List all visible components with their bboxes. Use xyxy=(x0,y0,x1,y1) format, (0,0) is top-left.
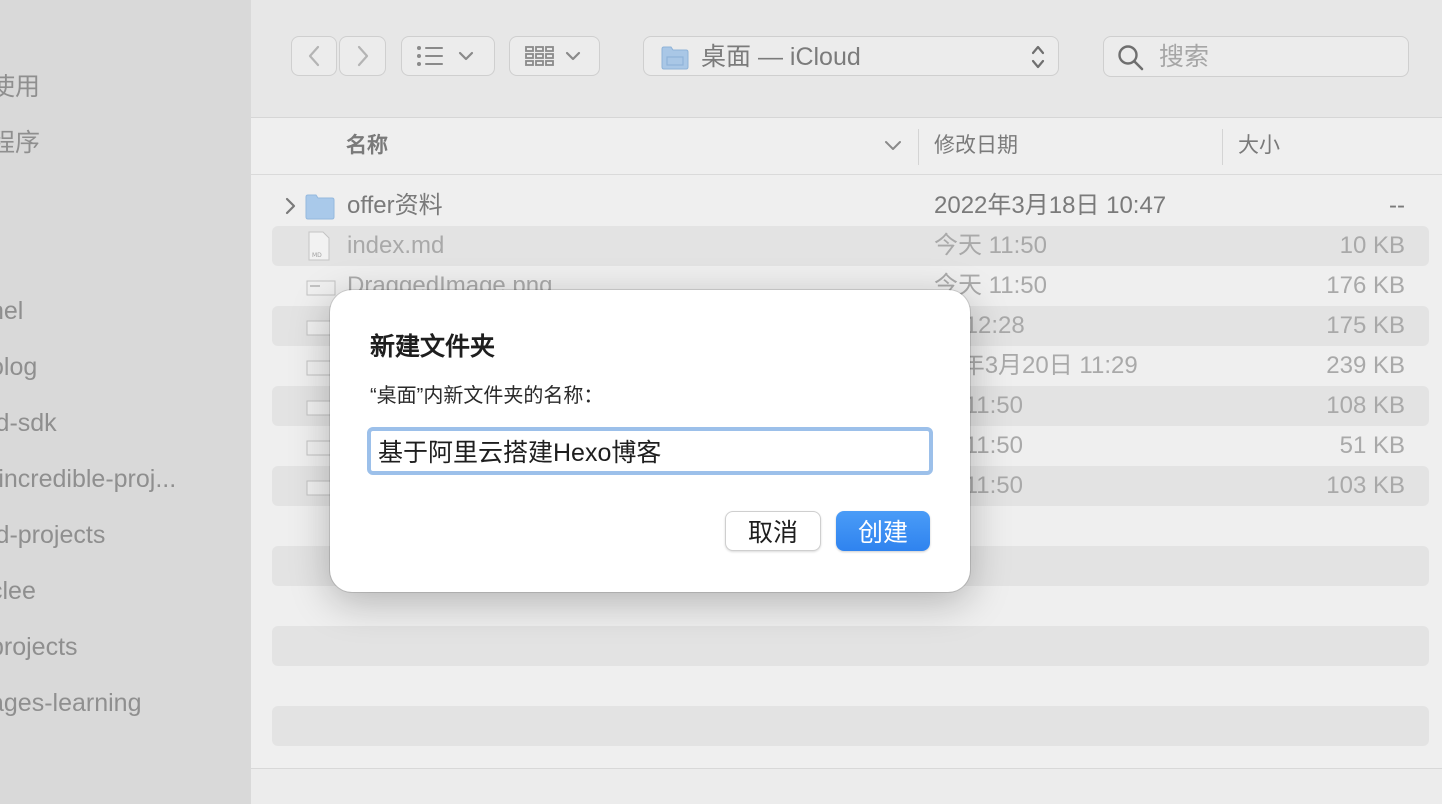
empty-row xyxy=(272,706,1429,746)
group-button[interactable] xyxy=(509,36,600,76)
chevron-right-icon xyxy=(357,45,368,67)
file-size: 239 KB xyxy=(1326,352,1405,379)
folder-icon xyxy=(305,194,335,220)
file-row[interactable]: MD index.md 今天 11:50 10 KB xyxy=(272,226,1429,266)
sidebar-item[interactable]: id-projects xyxy=(0,520,105,550)
folder-name-input[interactable] xyxy=(367,427,933,475)
grid-group-icon xyxy=(524,46,580,66)
up-down-chevron-icon xyxy=(1031,45,1045,69)
file-row[interactable]: offer资料 2022年3月18日 10:47 -- xyxy=(272,186,1429,226)
sidebar-item[interactable]: -incredible-proj... xyxy=(0,464,176,494)
search-icon xyxy=(1118,45,1144,71)
create-button[interactable]: 创建 xyxy=(836,511,930,551)
markdown-file-icon: MD xyxy=(308,231,330,261)
svg-text:MD: MD xyxy=(312,252,322,259)
dialog-prompt: “桌面”内新文件夹的名称： xyxy=(370,385,604,407)
sort-chevron-icon[interactable] xyxy=(883,139,903,153)
file-size: 175 KB xyxy=(1326,312,1405,339)
sidebar-item[interactable]: olog xyxy=(0,352,37,382)
file-name: offer资料 xyxy=(347,192,443,219)
dialog-title: 新建文件夹 xyxy=(370,333,496,361)
disclosure-triangle-icon[interactable] xyxy=(284,197,296,215)
sidebar: 使用 程序 nel olog id-sdk -incredible-proj..… xyxy=(0,0,251,804)
back-button[interactable] xyxy=(291,36,337,76)
sidebar-item[interactable]: 程序 xyxy=(0,128,40,158)
empty-row xyxy=(272,626,1429,666)
sidebar-item[interactable]: nel xyxy=(0,296,23,326)
file-size: 10 KB xyxy=(1339,232,1405,259)
column-date[interactable]: 修改日期 xyxy=(934,133,1018,159)
search-placeholder: 搜索 xyxy=(1159,43,1210,71)
search-field[interactable]: 搜索 xyxy=(1103,36,1409,77)
sidebar-item[interactable]: ages-learning xyxy=(0,688,142,718)
file-size: 108 KB xyxy=(1326,392,1405,419)
file-date: 今天 11:50 xyxy=(934,232,1047,259)
column-divider[interactable] xyxy=(1222,129,1223,165)
sidebar-item[interactable]: clee xyxy=(0,576,36,606)
view-mode-button[interactable] xyxy=(401,36,495,76)
status-bar xyxy=(251,768,1442,804)
new-folder-dialog: 新建文件夹 “桌面”内新文件夹的名称： 取消 创建 xyxy=(330,290,970,592)
chevron-left-icon xyxy=(308,45,320,67)
sidebar-item[interactable]: id-sdk xyxy=(0,408,57,438)
column-divider[interactable] xyxy=(918,129,919,165)
list-view-icon xyxy=(417,46,474,66)
image-file-icon xyxy=(306,280,336,296)
file-date: 2022年3月18日 10:47 xyxy=(934,192,1167,219)
forward-button[interactable] xyxy=(339,36,386,76)
file-size: 176 KB xyxy=(1326,272,1405,299)
path-popup-button[interactable]: 桌面 — iCloud xyxy=(643,36,1059,76)
sidebar-item[interactable]: projects xyxy=(0,632,78,662)
file-name: index.md xyxy=(347,232,445,259)
toolbar: 桌面 — iCloud 搜索 xyxy=(251,0,1442,118)
sidebar-item[interactable]: 使用 xyxy=(0,72,40,102)
file-size: -- xyxy=(1389,192,1405,219)
column-header: 名称 修改日期 大小 xyxy=(251,119,1442,175)
folder-icon xyxy=(661,46,689,70)
column-size[interactable]: 大小 xyxy=(1238,133,1280,159)
file-size: 103 KB xyxy=(1326,472,1405,499)
file-size: 51 KB xyxy=(1339,432,1405,459)
path-label: 桌面 — iCloud xyxy=(701,43,861,71)
column-name[interactable]: 名称 xyxy=(346,133,388,159)
cancel-button[interactable]: 取消 xyxy=(725,511,821,551)
